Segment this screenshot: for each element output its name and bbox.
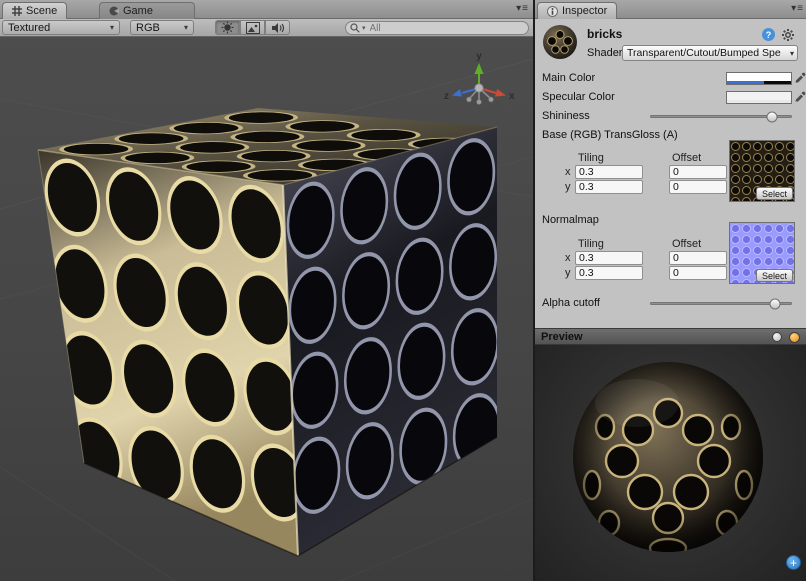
scene-viewport[interactable]: y x z: [0, 37, 533, 581]
normal-tiling-x-field[interactable]: [575, 251, 643, 265]
base-texture-thumbnail[interactable]: Select: [729, 140, 795, 202]
tab-inspector[interactable]: Inspector: [537, 2, 617, 19]
draw-mode-value: Textured: [8, 22, 50, 34]
normal-y-label: y: [565, 267, 571, 279]
gizmo-center[interactable]: [475, 84, 483, 92]
eyedropper-icon[interactable]: [794, 90, 806, 103]
gizmo-negative-axis[interactable]: [489, 97, 494, 102]
gizmo-x-label: x: [509, 91, 515, 102]
preview-viewport[interactable]: +: [535, 345, 806, 581]
main-color-label: Main Color: [542, 72, 595, 84]
game-icon: [109, 6, 119, 16]
preview-lighting-icon[interactable]: [789, 332, 800, 343]
base-tiling-y-field[interactable]: [575, 180, 643, 194]
base-texture-select-button[interactable]: Select: [756, 187, 793, 200]
specular-color-alpha-bar: [727, 100, 791, 103]
base-map-label: Base (RGB) TransGloss (A): [542, 129, 678, 141]
normalmap-select-button[interactable]: Select: [756, 269, 793, 282]
gear-icon[interactable]: [781, 28, 795, 42]
scene-search[interactable]: ▾: [345, 21, 529, 35]
scene-grid-icon: [12, 6, 22, 16]
specular-color-swatch[interactable]: [726, 91, 792, 104]
preview-title: Preview: [541, 331, 583, 343]
normal-tiling-header: Tiling: [578, 238, 604, 250]
tab-game-label: Game: [123, 5, 153, 17]
shininess-label: Shininess: [542, 110, 590, 122]
chevron-down-icon: ▾: [184, 23, 188, 32]
preview-dock-icon[interactable]: [772, 332, 782, 342]
alpha-cutoff-slider-handle[interactable]: [769, 298, 780, 309]
search-scope-arrow-icon[interactable]: ▾: [362, 24, 366, 32]
material-preview-section: Preview: [535, 328, 806, 581]
shader-dropdown[interactable]: Transparent/Cutout/Bumped Spe ▾: [622, 45, 798, 61]
inspector-panel-menu-icon[interactable]: ▾≡: [791, 3, 804, 14]
normalmap-label: Normalmap: [542, 214, 599, 226]
preview-header[interactable]: Preview: [535, 328, 806, 345]
material-inspector: bricks ? Shader Transparent/Cutout/Bumpe…: [535, 19, 806, 328]
base-offset-x-field[interactable]: [669, 165, 727, 179]
image-icon: [246, 22, 260, 34]
scene-toolbar: Textured ▾ RGB ▾: [0, 19, 533, 37]
help-icon[interactable]: ?: [762, 28, 775, 41]
alpha-cutoff-slider[interactable]: [650, 297, 792, 310]
normal-x-label: x: [565, 252, 571, 264]
inspector-panel: Inspector ▾≡ bricks ?: [533, 0, 806, 581]
normal-offset-x-field[interactable]: [669, 251, 727, 265]
base-y-label: y: [565, 181, 571, 193]
shininess-slider[interactable]: [650, 110, 792, 123]
inspector-icon: [547, 6, 558, 17]
inspector-tabbar: Inspector ▾≡: [535, 0, 806, 19]
base-x-label: x: [565, 166, 571, 178]
add-button[interactable]: +: [786, 555, 801, 570]
normal-offset-header: Offset: [672, 238, 701, 250]
eyedropper-icon[interactable]: [794, 71, 806, 84]
preview-sphere-render: [535, 345, 806, 581]
scene-audio-toggle[interactable]: [265, 20, 290, 35]
scene-effects-toggle[interactable]: [240, 20, 265, 35]
color-mode-value: RGB: [136, 22, 160, 34]
sun-icon: [221, 21, 234, 34]
search-input[interactable]: [368, 22, 524, 35]
chevron-down-icon: ▾: [790, 49, 794, 58]
tab-scene-label: Scene: [26, 5, 57, 17]
gizmo-z-label: z: [444, 91, 449, 102]
normal-offset-y-field[interactable]: [669, 266, 727, 280]
main-color-alpha-bar: [727, 81, 791, 84]
color-mode-dropdown[interactable]: RGB ▾: [130, 20, 194, 35]
gizmo-negative-axis[interactable]: [477, 100, 482, 105]
scene-3d-render: y x z: [0, 37, 533, 581]
base-tiling-header: Tiling: [578, 152, 604, 164]
normal-tiling-y-field[interactable]: [575, 266, 643, 280]
unity-editor-window: Scene Game ▾≡ Textured ▾ RGB ▾: [0, 0, 806, 581]
tab-inspector-label: Inspector: [562, 5, 607, 17]
base-offset-header: Offset: [672, 152, 701, 164]
gizmo-negative-axis[interactable]: [467, 97, 472, 102]
scene-lighting-toggle[interactable]: [215, 20, 240, 35]
chevron-down-icon: ▾: [110, 23, 114, 32]
base-tiling-x-field[interactable]: [575, 165, 643, 179]
shader-label: Shader: [587, 47, 622, 59]
scene-panel-menu-icon[interactable]: ▾≡: [516, 3, 529, 14]
speaker-icon: [271, 22, 284, 34]
draw-mode-dropdown[interactable]: Textured ▾: [2, 20, 120, 35]
shader-value: Transparent/Cutout/Bumped Spe: [627, 47, 781, 59]
tab-game[interactable]: Game: [99, 2, 195, 19]
material-name: bricks: [587, 27, 622, 41]
tab-scene[interactable]: Scene: [2, 2, 67, 19]
main-color-swatch[interactable]: [726, 72, 792, 85]
scene-tabbar: Scene Game ▾≡: [0, 0, 533, 19]
base-offset-y-field[interactable]: [669, 180, 727, 194]
search-icon: [350, 23, 360, 33]
shininess-slider-handle[interactable]: [767, 111, 778, 122]
material-preview-thumbnail[interactable]: [541, 23, 579, 61]
alpha-cutoff-label: Alpha cutoff: [542, 297, 600, 309]
gizmo-y-label: y: [476, 51, 482, 62]
normalmap-texture-thumbnail[interactable]: Select: [729, 222, 795, 284]
specular-color-label: Specular Color: [542, 91, 615, 103]
